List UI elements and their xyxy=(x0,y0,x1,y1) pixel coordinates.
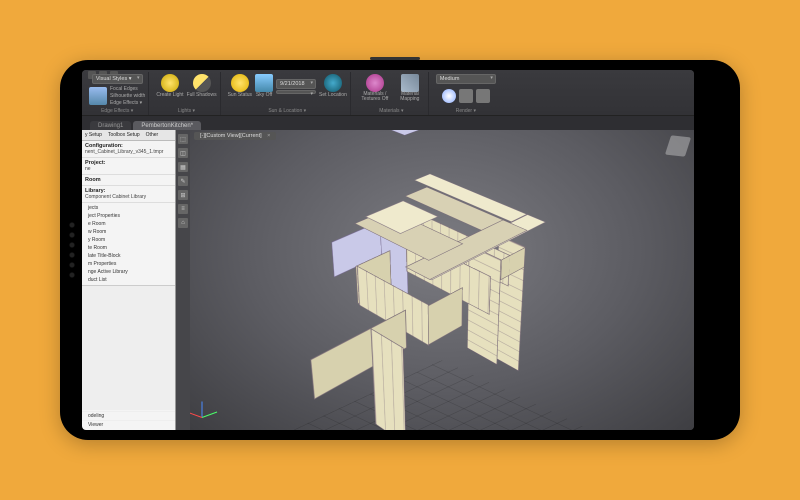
ribbon-group-lights: Create Light Full Shadows Lights ▾ xyxy=(153,72,220,115)
tree-item[interactable]: ject Properties xyxy=(82,212,175,220)
document-tab-strip: Drawing1 PembertonKitchen* xyxy=(82,116,694,130)
ribbon-group-sun: Sun Status Sky Off 9/21/2018 Set Locatio… xyxy=(225,72,351,115)
tree-item[interactable]: jects xyxy=(82,204,175,212)
device-frame: Visual Styles ▾ Focal Edges Silhouette w… xyxy=(60,60,740,440)
focal-edges-label: Focal Edges xyxy=(110,86,145,92)
view-cube[interactable] xyxy=(665,135,691,156)
time-field[interactable] xyxy=(276,90,316,94)
tree-item[interactable]: w Room xyxy=(82,228,175,236)
render-preset-dropdown[interactable]: Medium xyxy=(436,74,496,84)
group-title: Lights ▾ xyxy=(178,108,195,114)
doc-tab-active[interactable]: PembertonKitchen* xyxy=(133,121,201,130)
viewport-3d[interactable]: [-][Custom View][Current] × xyxy=(190,130,694,430)
power-button xyxy=(370,57,420,60)
date-field[interactable]: 9/21/2018 xyxy=(276,79,316,89)
set-location-icon[interactable] xyxy=(324,74,342,92)
render-icon[interactable] xyxy=(459,89,473,103)
vtool-button[interactable]: ⊞ xyxy=(178,190,188,200)
ribbon-group-visual-styles: Visual Styles ▾ Focal Edges Silhouette w… xyxy=(86,72,149,115)
focal-edges-icon[interactable] xyxy=(89,87,107,105)
ribbon-group-materials: Materials / Textures Off Material Mappin… xyxy=(355,72,429,115)
silhouette-checkbox[interactable]: Silhouette width xyxy=(110,93,145,99)
room-heading: Room xyxy=(85,177,172,183)
group-title: Sun & Location ▾ xyxy=(268,108,306,114)
sky-off-label: Sky Off xyxy=(256,92,272,98)
side-spacer xyxy=(82,285,175,410)
create-light-label: Create Light xyxy=(156,92,183,98)
tree-item[interactable]: Viewer xyxy=(82,420,175,429)
material-mapping-label: Material Mapping xyxy=(395,92,425,102)
tree-item[interactable]: y Room xyxy=(82,236,175,244)
ribbon-toolbar: Visual Styles ▾ Focal Edges Silhouette w… xyxy=(82,70,694,116)
materials-icon[interactable] xyxy=(366,74,384,92)
tree-item[interactable]: m Properties xyxy=(82,260,175,268)
tree-item[interactable]: te Room xyxy=(82,244,175,252)
project-value: ne xyxy=(85,166,172,172)
group-title: Edge Effects ▾ xyxy=(101,108,133,114)
full-shadows-icon[interactable] xyxy=(193,74,211,92)
tree-item[interactable]: nge Active Library xyxy=(82,268,175,276)
axis-gizmo xyxy=(198,394,226,422)
viewport-tab[interactable]: [-][Custom View][Current] × xyxy=(194,132,276,140)
config-section: Configuration: nent_Cabinet_Library_v345… xyxy=(82,141,175,158)
sun-status-icon[interactable] xyxy=(231,74,249,92)
axis-x-icon xyxy=(190,412,202,418)
vtool-button[interactable]: ≡ xyxy=(178,204,188,214)
render-icon[interactable] xyxy=(476,89,490,103)
full-shadows-label: Full Shadows xyxy=(187,92,217,98)
side-panel: y Setup Toolbox Setup Other Configuratio… xyxy=(82,130,176,430)
side-tab[interactable]: Other xyxy=(143,130,162,140)
group-title: Materials ▾ xyxy=(379,108,403,114)
sky-off-icon[interactable] xyxy=(255,74,273,92)
axis-z-icon xyxy=(202,402,203,418)
side-tab[interactable]: y Setup xyxy=(82,130,105,140)
side-panel-tabs: y Setup Toolbox Setup Other xyxy=(82,130,175,141)
ribbon-group-render: Medium Render ▾ xyxy=(433,72,499,115)
project-section: Project: ne xyxy=(82,158,175,175)
vtool-button[interactable]: ⌂ xyxy=(178,218,188,228)
floor-grid xyxy=(190,360,694,430)
tree-item[interactable]: duct List xyxy=(82,276,175,284)
room-section: Room xyxy=(82,175,175,186)
side-tab[interactable]: Toolbox Setup xyxy=(105,130,143,140)
side-bottom-list: odelingViewer xyxy=(82,410,175,430)
content-area: y Setup Toolbox Setup Other Configuratio… xyxy=(82,130,694,430)
tree-item[interactable]: e Room xyxy=(82,220,175,228)
render-icon[interactable] xyxy=(442,89,456,103)
close-icon[interactable]: × xyxy=(267,133,270,139)
visual-styles-dropdown[interactable]: Visual Styles ▾ xyxy=(92,74,143,84)
library-section: Library: Component Cabinet Library xyxy=(82,186,175,203)
config-value: nent_Cabinet_Library_v345_1.tmpr xyxy=(85,149,172,155)
tree-item[interactable]: odeling xyxy=(82,411,175,420)
tree-item[interactable]: late Title-Block xyxy=(82,252,175,260)
doc-tab[interactable]: Drawing1 xyxy=(90,121,131,130)
library-value: Component Cabinet Library xyxy=(85,194,172,200)
app-window: Visual Styles ▾ Focal Edges Silhouette w… xyxy=(82,70,694,430)
create-light-icon[interactable] xyxy=(161,74,179,92)
vtool-button[interactable]: ✎ xyxy=(178,176,188,186)
sun-status-label: Sun Status xyxy=(228,92,252,98)
material-mapping-icon[interactable] xyxy=(401,74,419,92)
axis-y-icon xyxy=(202,412,217,418)
vertical-toolbar: ⬚ ◫ ▦ ✎ ⊞ ≡ ⌂ xyxy=(176,130,190,430)
edge-effects-dropdown[interactable]: Edge Effects ▾ xyxy=(110,100,145,106)
vtool-button[interactable]: ▦ xyxy=(178,162,188,172)
tree-view: jectsject Propertiese Roomw Roomy Roomte… xyxy=(82,203,175,285)
set-location-label: Set Location xyxy=(319,92,347,98)
group-title: Render ▾ xyxy=(456,108,476,114)
viewport-tab-label: [-][Custom View][Current] xyxy=(200,133,262,139)
materials-label: Materials / Textures Off xyxy=(358,92,392,102)
vtool-button[interactable]: ◫ xyxy=(178,148,188,158)
vtool-button[interactable]: ⬚ xyxy=(178,134,188,144)
